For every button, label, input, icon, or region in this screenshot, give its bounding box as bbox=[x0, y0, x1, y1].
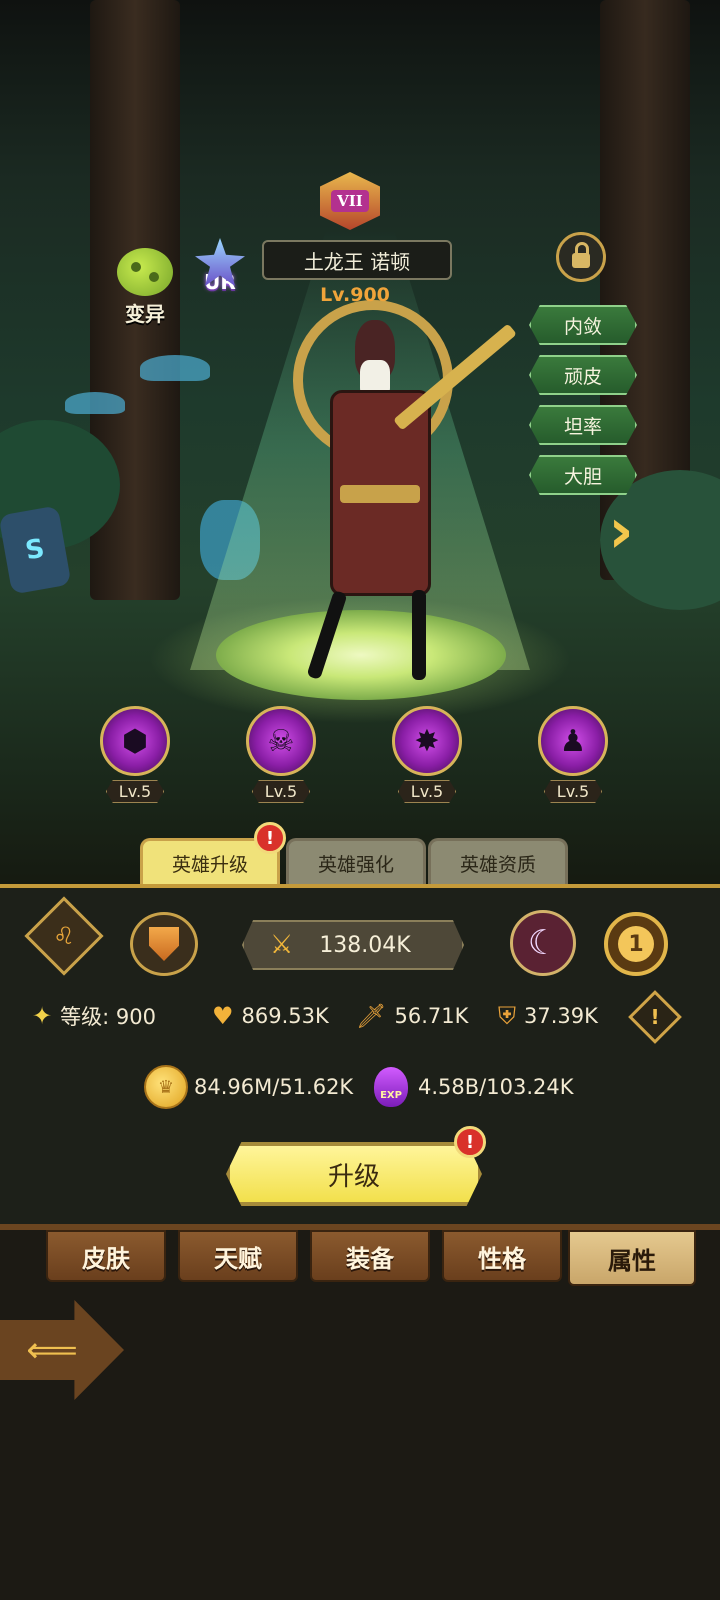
defense-stat: ⛨ 37.39K bbox=[498, 996, 598, 1036]
rank-numeral: VII bbox=[331, 190, 369, 212]
skill-level: Lv.5 bbox=[105, 780, 165, 803]
lion-emblem-button[interactable]: ♌ bbox=[24, 896, 108, 980]
skill-level: Lv.5 bbox=[397, 780, 457, 803]
level-stat: ✦ 等级: 900 bbox=[32, 996, 156, 1036]
shield-emblem-button[interactable] bbox=[130, 912, 198, 976]
defense-value: 37.39K bbox=[524, 1004, 598, 1028]
numbered-emblem-button[interactable]: 1 bbox=[604, 912, 668, 976]
lion-emblem-frame: ♌ bbox=[24, 896, 104, 976]
tab-hero-aptitude[interactable]: 英雄资质 bbox=[428, 838, 568, 886]
rarity-badge[interactable]: UR bbox=[192, 238, 248, 314]
back-button[interactable]: ⟸ bbox=[0, 1300, 124, 1400]
attack-value: 56.71K bbox=[394, 1004, 469, 1028]
exp-potion-icon: EXP bbox=[374, 1067, 408, 1107]
next-hero-arrow-icon[interactable]: › bbox=[606, 494, 636, 567]
shadow-figure-skill-icon: ♟ bbox=[538, 706, 608, 776]
tab-skin[interactable]: 皮肤 bbox=[46, 1230, 166, 1282]
hero-character[interactable] bbox=[300, 310, 460, 680]
skill-level: Lv.5 bbox=[543, 780, 603, 803]
exp-value: 4.58B/103.24K bbox=[418, 1075, 574, 1099]
gold-resource: ♛ 84.96M/51.62K bbox=[144, 1064, 353, 1110]
shield-stat-icon: ⛨ bbox=[498, 1002, 516, 1030]
exp-icon-label: EXP bbox=[380, 1090, 402, 1101]
moon-button[interactable]: ☾ bbox=[510, 910, 576, 976]
tab-equipment[interactable]: 装备 bbox=[310, 1230, 430, 1282]
skill-slot[interactable]: ✸ Lv.5 bbox=[384, 706, 470, 803]
tab-attributes[interactable]: 属性 bbox=[568, 1230, 696, 1286]
hp-value: 869.53K bbox=[241, 1004, 329, 1028]
exclamation-icon: ! bbox=[650, 1005, 660, 1029]
skill-slot[interactable]: ☠ Lv.5 bbox=[238, 706, 324, 803]
sword-icon: 🗡 bbox=[356, 1002, 387, 1030]
virus-icon bbox=[117, 248, 173, 296]
spirit-skill-icon: ☠ bbox=[246, 706, 316, 776]
trait-list: 内敛 顽皮 坦率 大胆 bbox=[529, 305, 637, 505]
hero-leg bbox=[306, 590, 348, 680]
lion-icon: ♌ bbox=[53, 921, 75, 950]
skill-slot[interactable]: ♟ Lv.5 bbox=[530, 706, 616, 803]
upgrade-alert-badge: ! bbox=[454, 1126, 486, 1158]
combat-power: ⚔ 138.04K bbox=[242, 920, 464, 970]
trident-arrow-icon: ⟸ bbox=[26, 1329, 78, 1371]
lock-icon bbox=[572, 241, 590, 268]
exp-resource: EXP 4.58B/103.24K bbox=[374, 1064, 574, 1110]
hero-level: Lv.900 bbox=[320, 284, 390, 306]
trait-tag[interactable]: 内敛 bbox=[529, 305, 637, 345]
gold-value: 84.96M/51.62K bbox=[194, 1075, 354, 1099]
hero-name-plate: 土龙王 诺顿 bbox=[262, 240, 452, 280]
skill-level: Lv.5 bbox=[251, 780, 311, 803]
lock-button[interactable] bbox=[556, 232, 606, 282]
trait-tag[interactable]: 顽皮 bbox=[529, 355, 637, 395]
spike-burst-skill-icon: ✸ bbox=[392, 706, 462, 776]
tab-alert-badge: ! bbox=[254, 822, 286, 854]
hero-name: 土龙王 诺顿 bbox=[303, 249, 411, 274]
glowing-mushroom bbox=[65, 392, 125, 414]
crossed-swords-icon: ⚔ bbox=[270, 930, 294, 960]
gold-coin-icon: ♛ bbox=[144, 1065, 188, 1109]
hero-belt bbox=[340, 485, 420, 503]
tab-personality[interactable]: 性格 bbox=[442, 1230, 562, 1282]
attack-stat: 🗡 56.71K bbox=[356, 996, 468, 1036]
mutation-label: 变异 bbox=[125, 302, 165, 326]
trait-tag[interactable]: 大胆 bbox=[529, 455, 637, 495]
crescent-moon-icon: ☾ bbox=[527, 923, 559, 963]
shield-icon bbox=[149, 927, 179, 961]
glowing-mushroom bbox=[140, 355, 210, 381]
shield-skill-icon: ⬢ bbox=[100, 706, 170, 776]
tab-talent[interactable]: 天赋 bbox=[178, 1230, 298, 1282]
skill-row: ⬢ Lv.5 ☠ Lv.5 ✸ Lv.5 ♟ Lv.5 bbox=[92, 706, 622, 806]
combat-power-value: 138.04K bbox=[319, 932, 411, 958]
upgrade-button[interactable]: 升级 bbox=[226, 1142, 482, 1206]
hero-leg bbox=[412, 590, 426, 680]
stat-row: ✦ 等级: 900 ♥ 869.53K 🗡 56.71K ⛨ 37.39K bbox=[32, 996, 692, 1036]
upgrade-button-label: 升级 bbox=[327, 1161, 380, 1192]
mutation-button[interactable]: 变异 bbox=[110, 248, 180, 327]
level-stat-value: 等级: 900 bbox=[60, 1005, 156, 1029]
emblem-number: 1 bbox=[618, 926, 654, 962]
trait-tag[interactable]: 坦率 bbox=[529, 405, 637, 445]
tab-hero-enhance[interactable]: 英雄强化 bbox=[286, 838, 426, 886]
rune-glyph: S bbox=[23, 533, 47, 567]
heart-icon: ♥ bbox=[212, 1002, 234, 1030]
star-icon: ✦ bbox=[32, 1002, 53, 1030]
skill-slot[interactable]: ⬢ Lv.5 bbox=[92, 706, 178, 803]
hp-stat: ♥ 869.53K bbox=[212, 996, 329, 1036]
